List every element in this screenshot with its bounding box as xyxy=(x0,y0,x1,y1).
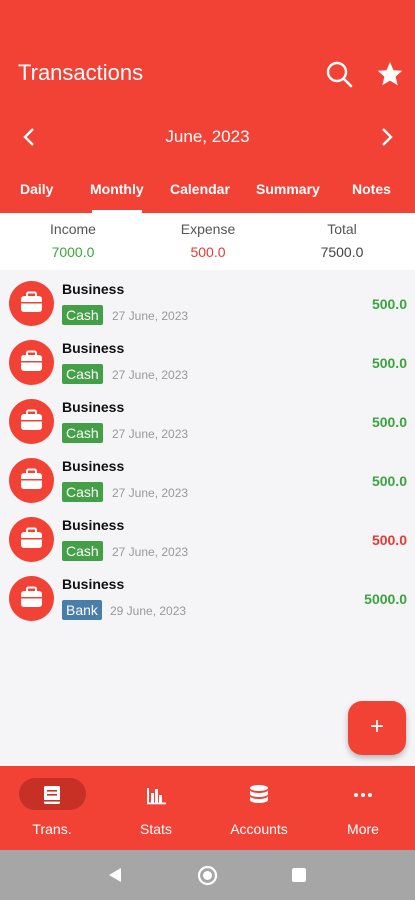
tab-monthly[interactable]: Monthly xyxy=(90,181,144,197)
nav-label: Accounts xyxy=(230,821,288,837)
star-icon[interactable] xyxy=(375,59,405,89)
account-badge: Cash xyxy=(62,423,103,443)
transaction-category: Business xyxy=(62,399,125,415)
database-icon xyxy=(250,785,268,803)
home-icon[interactable] xyxy=(197,865,218,886)
chevron-right-icon[interactable] xyxy=(374,125,398,149)
transaction-date: 27 June, 2023 xyxy=(112,545,189,559)
account-badge: Bank xyxy=(62,600,102,620)
recents-icon[interactable] xyxy=(291,867,307,883)
app-header: Transactions June, 2023 Daily Monthly Ca… xyxy=(0,0,415,213)
briefcase-icon xyxy=(9,576,54,621)
transaction-amount: 500.0 xyxy=(371,532,407,548)
nav-stats[interactable]: Stats xyxy=(104,778,208,848)
tab-summary[interactable]: Summary xyxy=(256,181,320,197)
briefcase-icon xyxy=(9,458,54,503)
account-badge: Cash xyxy=(62,482,103,502)
bar-chart-icon xyxy=(147,788,166,805)
back-icon[interactable] xyxy=(106,866,124,884)
total-summary: Total 7500.0 xyxy=(272,221,412,260)
system-navigation-bar xyxy=(0,850,415,900)
bottom-navigation: Trans. Stats Accounts More xyxy=(0,766,415,850)
total-value: 7500.0 xyxy=(320,244,364,260)
add-transaction-button[interactable]: + xyxy=(348,701,406,755)
expense-label: Expense xyxy=(180,221,236,237)
transaction-category: Business xyxy=(62,281,125,297)
tab-calendar[interactable]: Calendar xyxy=(170,181,230,197)
nav-more[interactable]: More xyxy=(311,778,415,848)
transaction-category: Business xyxy=(62,458,125,474)
transaction-category: Business xyxy=(62,517,125,533)
transaction-amount: 500.0 xyxy=(371,414,407,430)
transaction-date: 27 June, 2023 xyxy=(112,309,189,323)
transaction-row[interactable]: Business Cash 27 June, 2023 500.0 xyxy=(0,338,415,397)
briefcase-icon xyxy=(9,340,54,385)
total-label: Total xyxy=(327,221,357,237)
search-icon[interactable] xyxy=(324,59,354,89)
briefcase-icon xyxy=(9,281,54,326)
transaction-row[interactable]: Business Bank 29 June, 2023 5000.0 xyxy=(0,574,415,633)
nav-trans[interactable]: Trans. xyxy=(0,778,104,848)
plus-icon: + xyxy=(369,713,384,740)
transaction-date: 27 June, 2023 xyxy=(112,427,189,441)
transaction-row[interactable]: Business Cash 27 June, 2023 500.0 xyxy=(0,397,415,456)
income-label: Income xyxy=(50,221,96,237)
expense-value: 500.0 xyxy=(190,244,226,260)
page-title: Transactions xyxy=(18,60,144,85)
book-icon xyxy=(44,786,60,804)
transaction-category: Business xyxy=(62,576,125,592)
transaction-row[interactable]: Business Cash 27 June, 2023 500.0 xyxy=(0,279,415,338)
transaction-amount: 5000.0 xyxy=(364,591,407,607)
income-value: 7000.0 xyxy=(51,244,95,260)
nav-label: More xyxy=(347,821,379,837)
transaction-amount: 500.0 xyxy=(371,355,407,371)
transaction-date: 27 June, 2023 xyxy=(112,486,189,500)
transaction-date: 27 June, 2023 xyxy=(112,368,189,382)
month-label: June, 2023 xyxy=(165,127,250,146)
summary-bar: Income 7000.0 Expense 500.0 Total 7500.0 xyxy=(0,213,415,270)
expense-summary: Expense 500.0 xyxy=(138,221,278,260)
account-badge: Cash xyxy=(62,364,103,384)
tab-notes[interactable]: Notes xyxy=(352,181,391,197)
briefcase-icon xyxy=(9,399,54,444)
transaction-date: 29 June, 2023 xyxy=(110,604,187,618)
month-selector: June, 2023 xyxy=(0,122,415,152)
nav-label: Stats xyxy=(140,821,172,837)
nav-label: Trans. xyxy=(32,821,72,837)
view-tabs: Daily Monthly Calendar Summary Notes xyxy=(0,178,415,213)
nav-accounts[interactable]: Accounts xyxy=(207,778,311,848)
more-dots-icon xyxy=(354,793,372,797)
account-badge: Cash xyxy=(62,541,103,561)
briefcase-icon xyxy=(9,517,54,562)
income-summary: Income 7000.0 xyxy=(3,221,143,260)
transaction-amount: 500.0 xyxy=(371,473,407,489)
transaction-amount: 500.0 xyxy=(371,296,407,312)
tab-daily[interactable]: Daily xyxy=(20,181,53,197)
transaction-category: Business xyxy=(62,340,125,356)
transaction-row[interactable]: Business Cash 27 June, 2023 500.0 xyxy=(0,515,415,574)
transaction-row[interactable]: Business Cash 27 June, 2023 500.0 xyxy=(0,456,415,515)
account-badge: Cash xyxy=(62,305,103,325)
